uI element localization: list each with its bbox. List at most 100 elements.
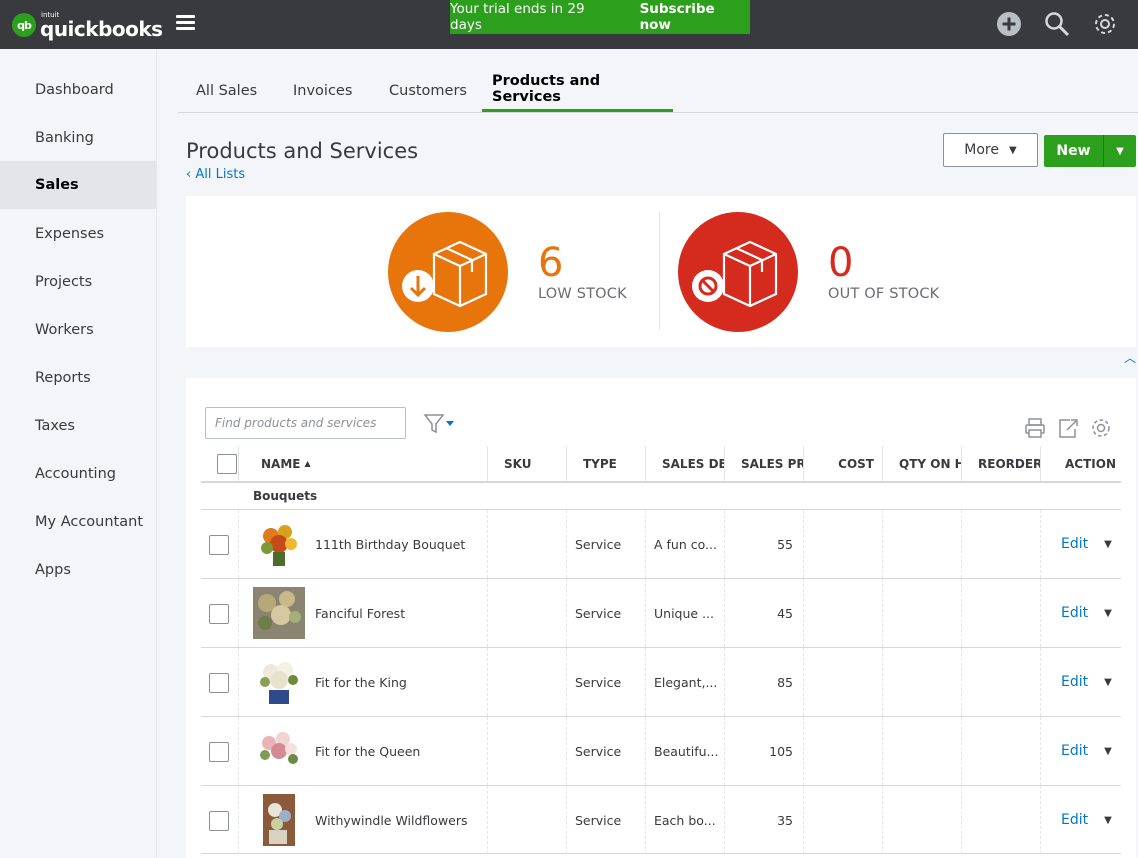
product-price: 35	[725, 786, 804, 854]
product-sku	[488, 717, 567, 785]
top-bar: qb intuit quickbooks Your trial ends in …	[0, 0, 1138, 49]
row-checkbox[interactable]	[209, 742, 229, 762]
column-header-sales-price[interactable]: SALES PRI	[725, 446, 804, 481]
product-name[interactable]: Withywindle Wildflowers	[315, 786, 485, 854]
column-header-sku[interactable]: SKU	[488, 446, 567, 481]
trial-banner: Your trial ends in 29 days Subscribe now	[450, 0, 750, 34]
column-header-name[interactable]: NAME ▲	[238, 446, 488, 481]
product-description: Elegant,...	[646, 648, 725, 716]
table-header: NAME ▲ SKU TYPE SALES DES SALES PRI COST…	[201, 446, 1121, 483]
table-row[interactable]: 111th Birthday Bouquet Service A fun co.…	[201, 509, 1121, 578]
sidebar-item-reports[interactable]: Reports	[0, 354, 157, 402]
group-label-bouquets: Bouquets	[253, 489, 318, 503]
more-button[interactable]: More ▼	[943, 133, 1038, 167]
table-settings-gear-icon[interactable]	[1090, 417, 1112, 439]
product-reorder	[962, 648, 1041, 716]
tab-all-sales[interactable]: All Sales	[186, 68, 267, 113]
export-icon[interactable]	[1057, 417, 1079, 439]
edit-link[interactable]: Edit	[1061, 536, 1088, 552]
sidebar-item-taxes[interactable]: Taxes	[0, 402, 157, 450]
action-cell: Edit ▼	[1041, 510, 1121, 578]
sidebar-item-projects[interactable]: Projects	[0, 258, 157, 306]
sidebar-item-banking[interactable]: Banking	[0, 114, 157, 162]
edit-link[interactable]: Edit	[1061, 674, 1088, 690]
sidebar-item-workers[interactable]: Workers	[0, 306, 157, 354]
action-dropdown-icon[interactable]: ▼	[1104, 746, 1112, 757]
gear-icon[interactable]	[1092, 11, 1118, 37]
sidebar-item-apps[interactable]: Apps	[0, 546, 157, 594]
product-type: Service	[567, 579, 646, 647]
product-thumbnail	[253, 794, 305, 846]
out-of-stock-box-icon[interactable]	[678, 212, 798, 332]
low-stock-count[interactable]: 6	[538, 240, 563, 286]
edit-link[interactable]: Edit	[1061, 605, 1088, 621]
trial-text: Your trial ends in 29 days	[450, 1, 585, 33]
tab-invoices[interactable]: Invoices	[283, 68, 362, 113]
filter-icon[interactable]	[423, 413, 457, 435]
sidebar-item-accounting[interactable]: Accounting	[0, 450, 157, 498]
product-description: Beautifu...	[646, 717, 725, 785]
table-row[interactable]: Withywindle Wildflowers Service Each bo.…	[201, 785, 1121, 854]
sidebar-item-sales[interactable]: Sales	[0, 161, 157, 209]
table-row[interactable]: Fit for the Queen Service Beautifu... 10…	[201, 716, 1121, 785]
low-stock-box-icon[interactable]	[388, 212, 508, 332]
column-header-sales-description[interactable]: SALES DES	[646, 446, 725, 481]
product-cost	[804, 510, 883, 578]
collapse-chevron-up-icon[interactable]: ︿	[1124, 349, 1136, 366]
sort-ascending-icon: ▲	[304, 459, 311, 468]
product-price: 55	[725, 510, 804, 578]
new-dropdown-caret-icon[interactable]: ▼	[1104, 135, 1136, 167]
sidebar-item-my-accountant[interactable]: My Accountant	[0, 498, 157, 546]
product-thumbnail	[253, 656, 305, 708]
product-name[interactable]: Fit for the Queen	[315, 717, 485, 785]
table-row[interactable]: Fanciful Forest Service Unique ... 45 Ed…	[201, 578, 1121, 647]
quickbooks-logo[interactable]: qb intuit quickbooks	[12, 11, 163, 39]
action-dropdown-icon[interactable]: ▼	[1104, 539, 1112, 550]
action-cell: Edit ▼	[1041, 786, 1121, 854]
product-thumbnail	[253, 587, 305, 639]
edit-link[interactable]: Edit	[1061, 743, 1088, 759]
product-qty	[883, 510, 962, 578]
column-header-type[interactable]: TYPE	[567, 446, 646, 481]
action-dropdown-icon[interactable]: ▼	[1104, 677, 1112, 688]
hamburger-menu-icon[interactable]	[176, 15, 195, 31]
row-checkbox[interactable]	[209, 535, 229, 555]
column-header-cost[interactable]: COST	[804, 446, 883, 481]
search-icon[interactable]	[1044, 11, 1070, 37]
plus-icon[interactable]	[996, 11, 1022, 37]
select-all-checkbox[interactable]	[217, 454, 237, 474]
product-name[interactable]: Fanciful Forest	[315, 579, 485, 647]
product-cost	[804, 717, 883, 785]
column-header-reorder-point[interactable]: REORDER	[962, 446, 1041, 481]
product-sku	[488, 510, 567, 578]
product-price: 85	[725, 648, 804, 716]
all-lists-link[interactable]: ‹ All Lists	[186, 167, 245, 182]
column-header-qty-on-hand[interactable]: QTY ON H	[883, 446, 962, 481]
tab-divider	[178, 112, 1138, 113]
product-description: Each bo...	[646, 786, 725, 854]
subscribe-now-link[interactable]: Subscribe now	[640, 1, 750, 33]
search-input[interactable]: Find products and services	[205, 407, 406, 439]
stock-summary-panel: 6 LOW STOCK 0 OUT OF STOCK	[186, 196, 1136, 347]
product-thumbnail	[253, 725, 305, 777]
print-icon[interactable]	[1024, 417, 1046, 439]
product-cost	[804, 579, 883, 647]
row-checkbox[interactable]	[209, 673, 229, 693]
row-checkbox[interactable]	[209, 811, 229, 831]
tab-customers[interactable]: Customers	[379, 68, 477, 113]
edit-link[interactable]: Edit	[1061, 812, 1088, 828]
table-row[interactable]: Fit for the King Service Elegant,... 85 …	[201, 647, 1121, 716]
product-qty	[883, 579, 962, 647]
action-dropdown-icon[interactable]: ▼	[1104, 815, 1112, 826]
product-name[interactable]: Fit for the King	[315, 648, 485, 716]
sidebar-item-dashboard[interactable]: Dashboard	[0, 66, 157, 114]
product-name[interactable]: 111th Birthday Bouquet	[315, 510, 485, 578]
new-button[interactable]: New ▼	[1044, 135, 1136, 167]
action-dropdown-icon[interactable]: ▼	[1104, 608, 1112, 619]
sidebar-item-expenses[interactable]: Expenses	[0, 210, 157, 258]
logo-product: quickbooks	[40, 16, 163, 41]
tab-products-and-services[interactable]: Products and Services	[482, 68, 673, 113]
out-of-stock-count[interactable]: 0	[828, 240, 853, 286]
product-reorder	[962, 510, 1041, 578]
row-checkbox[interactable]	[209, 604, 229, 624]
